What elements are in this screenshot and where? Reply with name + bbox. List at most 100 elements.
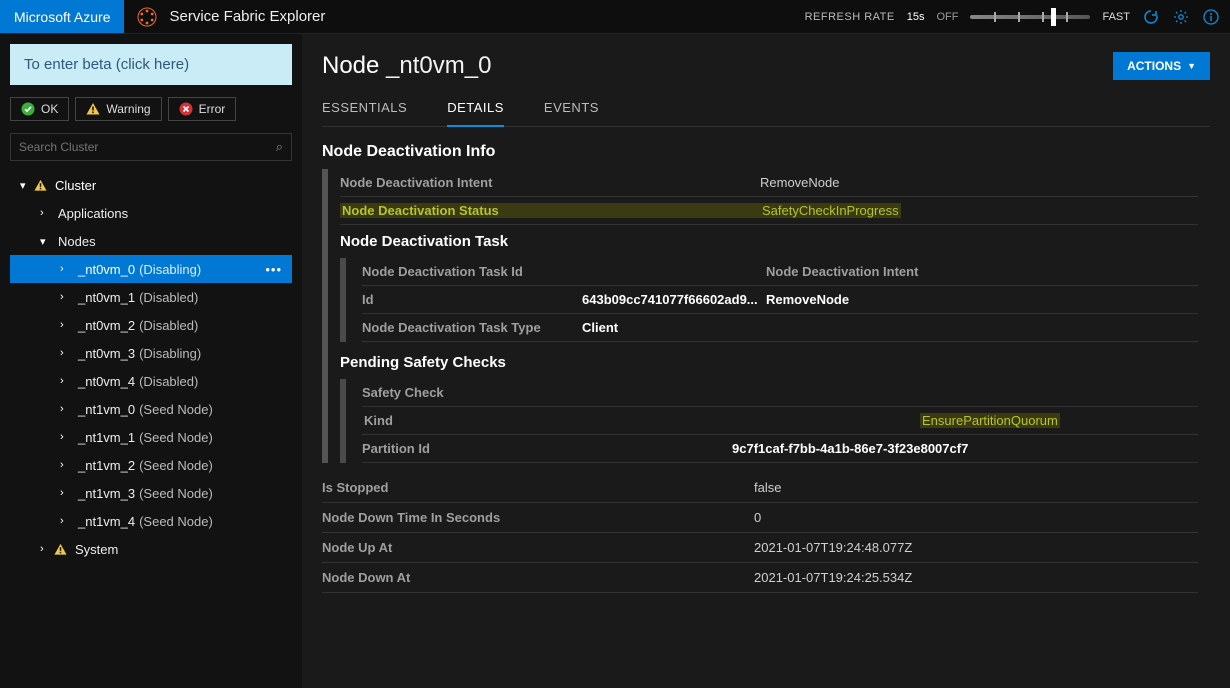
tree-status: (Disabled) <box>139 290 198 305</box>
tree-node-item[interactable]: › _nt0vm_3 (Disabling) <box>10 339 292 367</box>
brand-logo[interactable]: Microsoft Azure <box>0 0 124 33</box>
kv-value: 643b09cc741077f66602ad9... <box>582 292 766 307</box>
tab-events[interactable]: EVENTS <box>544 94 599 126</box>
kv-key: Node Deactivation Task Type <box>362 320 582 335</box>
chevron-down-icon: ▾ <box>20 179 34 192</box>
app-title: Service Fabric Explorer <box>169 0 804 33</box>
tree-label: _nt1vm_4 <box>78 514 135 529</box>
info-icon[interactable] <box>1202 8 1220 26</box>
tree-status: (Seed Node) <box>139 458 213 473</box>
chevron-right-icon: › <box>60 347 74 359</box>
refresh-rate-value: 15s <box>907 11 925 23</box>
tree-label: _nt0vm_3 <box>78 346 135 361</box>
tree-label: _nt1vm_3 <box>78 486 135 501</box>
tree-label: _nt1vm_1 <box>78 430 135 445</box>
deactivation-info-block: Node Deactivation Intent RemoveNode Node… <box>322 169 1198 463</box>
prop-row: Node Down At 2021-01-07T19:24:25.534Z <box>322 563 1198 593</box>
tree-node-item[interactable]: › _nt0vm_2 (Disabled) <box>10 311 292 339</box>
tree-node-item[interactable]: › _nt1vm_0 (Seed Node) <box>10 395 292 423</box>
tree-status: (Disabled) <box>139 318 198 333</box>
kv-key: Node Deactivation Task Id <box>362 264 766 279</box>
refresh-off-label: OFF <box>936 11 958 23</box>
chevron-right-icon: › <box>60 291 74 303</box>
topbar: Microsoft Azure Service Fabric Explorer … <box>0 0 1230 34</box>
kv-value: EnsurePartitionQuorum <box>920 413 1060 428</box>
search-input[interactable] <box>19 140 276 154</box>
pending-checks-block: Safety Check Kind EnsurePartitionQuorum … <box>340 379 1198 463</box>
kv-value: RemoveNode <box>760 175 1198 190</box>
chevron-right-icon: › <box>60 515 74 527</box>
refresh-rate-slider[interactable] <box>970 15 1090 19</box>
title-prefix: Node <box>322 52 379 79</box>
tree-status: (Seed Node) <box>139 486 213 501</box>
kv-key: Node Deactivation Intent <box>766 264 1198 279</box>
tree-label: _nt1vm_2 <box>78 458 135 473</box>
error-icon <box>179 102 193 116</box>
actions-label: ACTIONS <box>1127 59 1181 73</box>
section-deactivation-task: Node Deactivation Task <box>340 233 1198 250</box>
tree-node-item[interactable]: › _nt1vm_4 (Seed Node) <box>10 507 292 535</box>
search-icon: ⌕ <box>276 139 283 155</box>
kv-value: 9c7f1caf-f7bb-4a1b-86e7-3f23e8007cf7 <box>732 441 1198 456</box>
kv-key: Safety Check <box>362 379 1198 407</box>
page-title: Node _nt0vm_0 <box>322 52 491 80</box>
kv-key: Node Up At <box>322 540 754 555</box>
app-icon <box>124 0 169 33</box>
tree-system[interactable]: › System <box>10 535 292 563</box>
tree-node-item[interactable]: › _nt1vm_2 (Seed Node) <box>10 451 292 479</box>
details-content: Node Deactivation Info Node Deactivation… <box>322 139 1198 688</box>
gear-icon[interactable] <box>1172 8 1190 26</box>
tree-nodes[interactable]: ▾ Nodes <box>10 227 292 255</box>
more-icon[interactable]: ••• <box>265 262 292 277</box>
kv-key: Partition Id <box>362 441 732 456</box>
tree-status: (Disabling) <box>139 262 201 277</box>
kv-value: SafetyCheckInProgress <box>760 203 901 218</box>
tree-node-item[interactable]: › _nt1vm_1 (Seed Node) <box>10 423 292 451</box>
tree-status: (Seed Node) <box>139 514 213 529</box>
filter-error-button[interactable]: Error <box>168 97 237 121</box>
tab-details[interactable]: DETAILS <box>447 94 504 127</box>
tree-node-item[interactable]: › _nt1vm_3 (Seed Node) <box>10 479 292 507</box>
tree-label: Nodes <box>58 234 96 249</box>
health-filter-row: OK Warning Error <box>10 97 292 121</box>
refresh-rate-label: REFRESH RATE <box>805 11 895 23</box>
beta-banner[interactable]: To enter beta (click here) <box>10 44 292 85</box>
section-deactivation-info: Node Deactivation Info <box>322 143 1198 161</box>
chevron-right-icon: › <box>60 431 74 443</box>
refresh-icon[interactable] <box>1142 8 1160 26</box>
tree-applications[interactable]: › Applications <box>10 199 292 227</box>
tree-node-item[interactable]: › _nt0vm_4 (Disabled) <box>10 367 292 395</box>
filter-warning-button[interactable]: Warning <box>75 97 161 121</box>
deactivation-task-block: Node Deactivation Task Id Node Deactivat… <box>340 258 1198 342</box>
kv-value: Client <box>582 320 1198 335</box>
tree-label: _nt0vm_0 <box>78 262 135 277</box>
tabs: ESSENTIALS DETAILS EVENTS <box>322 94 1210 127</box>
kv-key: Node Deactivation Status <box>340 203 760 218</box>
actions-button[interactable]: ACTIONS ▼ <box>1113 52 1210 80</box>
prop-row: Node Down Time In Seconds 0 <box>322 503 1198 533</box>
tree-cluster[interactable]: ▾ Cluster <box>10 171 292 199</box>
filter-ok-button[interactable]: OK <box>10 97 69 121</box>
title-node-name: _nt0vm_0 <box>386 52 491 79</box>
kv-key: Is Stopped <box>322 480 754 495</box>
chevron-right-icon: › <box>60 263 74 275</box>
prop-row: Node Up At 2021-01-07T19:24:48.077Z <box>322 533 1198 563</box>
chevron-down-icon: ▾ <box>40 235 54 248</box>
cluster-tree: ▾ Cluster › Applications ▾ Nodes › _nt0v… <box>10 171 292 563</box>
sidebar: To enter beta (click here) OK Warning Er… <box>0 34 302 688</box>
search-cluster-box[interactable]: ⌕ <box>10 133 292 161</box>
chevron-right-icon: › <box>60 487 74 499</box>
filter-warning-label: Warning <box>106 102 150 116</box>
tree-status: (Seed Node) <box>139 430 213 445</box>
tree-node-item[interactable]: › _nt0vm_0 (Disabling) ••• <box>10 255 292 283</box>
kv-value: false <box>754 480 781 495</box>
tab-essentials[interactable]: ESSENTIALS <box>322 94 407 126</box>
warning-icon <box>54 543 67 556</box>
tree-status: (Disabling) <box>139 346 201 361</box>
tree-node-item[interactable]: › _nt0vm_1 (Disabled) <box>10 283 292 311</box>
tree-status: (Seed Node) <box>139 402 213 417</box>
warning-icon <box>86 102 100 116</box>
main-panel: Node _nt0vm_0 ACTIONS ▼ ESSENTIALS DETAI… <box>302 34 1230 688</box>
filter-error-label: Error <box>199 102 226 116</box>
kv-key: Id <box>362 292 582 307</box>
